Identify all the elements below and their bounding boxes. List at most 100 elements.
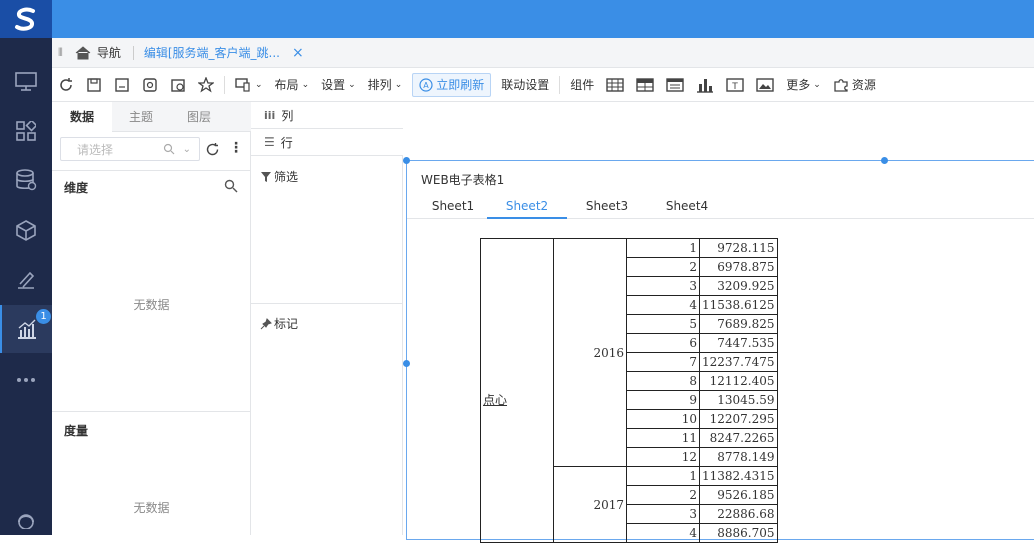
dashboard-canvas: WEB电子表格1 Sheet1 Sheet2 Sheet3 Sheet4 点心 2016… — [403, 102, 1034, 543]
home-icon[interactable] — [75, 45, 91, 60]
month-cell[interactable]: 3 — [626, 276, 700, 296]
pen-icon[interactable] — [0, 256, 52, 304]
more-vertical-icon[interactable]: ⋮ — [229, 140, 243, 156]
chevron-down-icon: ⌄ — [394, 79, 403, 90]
month-cell[interactable]: 9 — [626, 390, 700, 410]
month-cell[interactable]: 6 — [626, 333, 700, 353]
chevron-down-icon: ⌄ — [182, 143, 191, 155]
dimension-empty-text: 无数据 — [133, 298, 170, 312]
month-cell[interactable]: 8 — [626, 371, 700, 391]
sheet-tab-2[interactable]: Sheet2 — [487, 197, 567, 219]
app-logo[interactable] — [0, 0, 52, 38]
tab-close-icon[interactable]: × — [292, 45, 304, 61]
category-cell[interactable]: 点心 — [480, 238, 554, 543]
resize-handle-top[interactable] — [881, 157, 888, 164]
table-icon[interactable] — [600, 68, 630, 102]
report-area: 点心 2016 1 9728.115 2 6978.875 3 3209.925 4 11538.… — [480, 238, 778, 543]
schedule-icon[interactable] — [164, 68, 192, 102]
value-cell[interactable]: 11382.4315 — [699, 466, 778, 486]
month-cell[interactable]: 1 — [626, 466, 700, 486]
value-cell[interactable]: 22886.68 — [699, 504, 778, 524]
tab-menu-icon[interactable]: ⦀ — [58, 46, 63, 60]
value-cell[interactable]: 12207.295 — [699, 409, 778, 429]
widget-title: WEB电子表格1 — [421, 173, 505, 187]
measure-empty-text: 无数据 — [133, 501, 170, 515]
value-cell[interactable]: 8778.149 — [699, 447, 778, 467]
settings-menu[interactable]: 设置 ⌄ — [315, 68, 362, 102]
more-icon[interactable] — [0, 356, 52, 404]
tab-theme[interactable]: 主题 — [112, 102, 170, 132]
spreadsheet-widget[interactable]: WEB电子表格1 Sheet1 Sheet2 Sheet3 Sheet4 点心 2016… — [406, 160, 1034, 543]
sheet-tab-4[interactable]: Sheet4 — [647, 197, 727, 219]
notification-badge: 1 — [36, 309, 51, 324]
month-cell[interactable]: 2 — [626, 485, 700, 505]
tab-data[interactable]: 数据 — [52, 102, 112, 133]
sync-icon[interactable] — [205, 142, 220, 157]
link-settings-button[interactable]: 联动设置 — [495, 68, 555, 102]
chevron-down-icon: ⌄ — [348, 79, 356, 90]
value-cell[interactable]: 6978.875 — [699, 257, 778, 277]
database-icon[interactable] — [0, 156, 52, 204]
value-cell[interactable]: 8247.2265 — [699, 428, 778, 448]
measure-header: 度量 — [64, 424, 89, 438]
value-cell[interactable]: 7447.535 — [699, 333, 778, 353]
resources-button[interactable]: 资源 — [827, 68, 882, 102]
auto-refresh-icon: A — [419, 77, 433, 92]
tab-nav[interactable]: 导航 — [97, 44, 121, 61]
monitor-icon[interactable] — [0, 58, 52, 106]
value-cell[interactable]: 9728.115 — [699, 238, 778, 258]
crosstab-icon[interactable] — [630, 68, 660, 102]
value-cell[interactable]: 8886.705 — [699, 523, 778, 543]
sheet-tab-3[interactable]: Sheet3 — [567, 197, 647, 219]
cube-icon[interactable] — [0, 206, 52, 254]
dataset-select[interactable]: 请选择 ⌄ — [60, 137, 200, 161]
save-as-icon[interactable] — [108, 68, 136, 102]
month-cell[interactable]: 11 — [626, 428, 700, 448]
save-icon[interactable] — [80, 68, 108, 102]
rows-icon: ☰ — [264, 135, 275, 149]
detail-table-icon[interactable] — [660, 68, 690, 102]
value-cell[interactable]: 11538.6125 — [699, 295, 778, 315]
bar-chart-icon[interactable] — [690, 68, 720, 102]
year-cell[interactable]: 2017 — [553, 466, 627, 543]
search-icon[interactable] — [224, 179, 238, 193]
filter-shelf[interactable]: 筛选 — [260, 168, 298, 185]
value-cell[interactable]: 3209.925 — [699, 276, 778, 296]
layout-menu[interactable]: 布局 ⌄ — [269, 68, 316, 102]
image-icon[interactable] — [750, 68, 780, 102]
refresh-icon[interactable] — [52, 68, 80, 102]
preview-icon[interactable] — [136, 68, 164, 102]
value-cell[interactable]: 7689.825 — [699, 314, 778, 334]
month-cell[interactable]: 10 — [626, 409, 700, 429]
filter-icon — [261, 171, 271, 182]
dashboard-icon[interactable] — [0, 107, 52, 155]
value-cell[interactable]: 12237.7475 — [699, 352, 778, 372]
month-cell[interactable]: 2 — [626, 257, 700, 277]
refresh-now-button[interactable]: A 立即刷新 — [412, 72, 492, 97]
month-cell[interactable]: 7 — [626, 352, 700, 372]
favorite-icon[interactable] — [192, 68, 220, 102]
value-cell[interactable]: 12112.405 — [699, 371, 778, 391]
tab-layers[interactable]: 图层 — [170, 102, 228, 132]
mark-shelf[interactable]: 标记 — [260, 315, 298, 332]
resize-handle-left[interactable] — [403, 360, 410, 367]
text-box-icon[interactable]: T — [720, 68, 750, 102]
month-cell[interactable]: 12 — [626, 447, 700, 467]
more-menu[interactable]: 更多 ⌄ — [780, 68, 827, 102]
month-cell[interactable]: 1 — [626, 238, 700, 258]
sheet-tab-1[interactable]: Sheet1 — [413, 197, 493, 219]
year-cell[interactable]: 2016 — [553, 238, 627, 467]
month-cell[interactable]: 5 — [626, 314, 700, 334]
support-icon[interactable] — [0, 505, 52, 535]
month-cell[interactable]: 4 — [626, 523, 700, 543]
chart-icon[interactable]: 1 — [0, 305, 52, 353]
arrange-menu[interactable]: 排列 ⌄ — [362, 68, 409, 102]
month-cell[interactable]: 3 — [626, 504, 700, 524]
device-icon[interactable]: ⌄ — [229, 68, 269, 102]
resize-handle-top-left[interactable] — [403, 157, 410, 164]
value-cell[interactable]: 13045.59 — [699, 390, 778, 410]
value-cell[interactable]: 9526.185 — [699, 485, 778, 505]
month-cell[interactable]: 4 — [626, 295, 700, 315]
tab-editor-active[interactable]: 编辑[服务端_客户端_跳... — [144, 44, 280, 61]
columns-icon: iii — [264, 108, 276, 122]
